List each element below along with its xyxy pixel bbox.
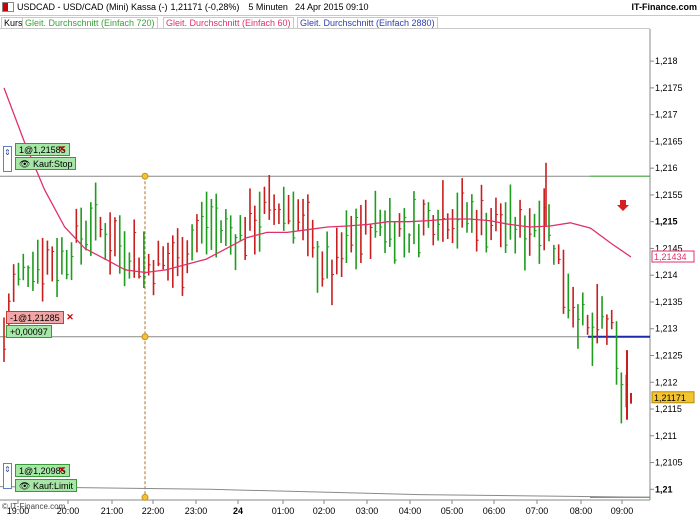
time-tick-label: 23:00 [185,506,208,516]
price-tick-label: 1,2135 [655,297,683,307]
price-tick-label: 1,2115 [655,404,682,414]
price-tick-label: 1,211 [655,431,677,441]
time-tick-label: 21:00 [101,506,124,516]
limit-order-action-text: Kauf:Limit [32,481,73,491]
price-tick-label: 1,215 [655,217,678,227]
price-tick-label: 1,217 [655,110,678,120]
time-tick-label: 22:00 [142,506,165,516]
entry-marker-dot [141,172,149,180]
sell-arrow-icon [617,200,629,211]
stop-order-close-icon[interactable]: ✕ [58,145,66,154]
position-close-icon[interactable]: ✕ [66,313,74,322]
price-tick-label: 1,214 [655,270,678,280]
price-tick-label: 1,218 [655,56,678,66]
limit-order-action-label[interactable]: 👁 Kauf:Limit [15,479,77,492]
price-tick-label: 1,2155 [655,190,683,200]
eye-icon: 👁 [19,481,31,491]
stop-order-action-label[interactable]: 👁 Kauf:Stop [15,157,77,170]
time-tick-label: 05:00 [441,506,464,516]
price-tick-label: 1,2175 [655,83,683,93]
time-tick-label: 02:00 [313,506,336,516]
time-tick-label: 06:00 [483,506,506,516]
limit-order-drag-handle[interactable]: ⇕ [3,463,12,489]
chart-window: USDCAD - USD/CAD (Mini) Kassa (-) 1,2117… [0,0,700,525]
stop-order-action-text: Kauf:Stop [32,159,73,169]
time-tick-label: 08:00 [570,506,593,516]
price-tick-label: 1,213 [655,324,678,334]
price-tick-label: 1,2105 [655,458,683,468]
price-tick-label: 1,216 [655,163,678,173]
price-tick-label: 1,212 [655,377,678,387]
last-price-label: 1,21171 [654,393,686,403]
position-pnl-label: +0,00097 [6,325,52,338]
time-tick-label: 24 [233,506,243,516]
ma60-value-label: 1,21434 [654,252,687,262]
time-tick-label: 01:00 [272,506,295,516]
time-tick-label: 09:00 [611,506,634,516]
price-chart[interactable]: 1,218 1,2175 1,217 1,2165 1,216 1,2155 1,215 1,… [0,0,700,525]
time-tick-label: 04:00 [399,506,422,516]
entry-marker-dot [141,333,149,341]
price-tick-label: 1,21 [655,484,673,494]
ma2880-line [0,486,651,498]
time-tick-label: 03:00 [356,506,379,516]
limit-order-close-icon[interactable]: ✕ [58,466,66,475]
stop-order-drag-handle[interactable]: ⇕ [3,146,12,172]
eye-icon: 👁 [19,159,31,169]
entry-marker-dot [141,493,149,501]
footer-copyright: © IT-Finance.com [2,502,66,511]
price-tick-label: 1,2125 [655,350,683,360]
price-tick-label: 1,2165 [655,136,683,146]
time-tick-label: 07:00 [526,506,549,516]
position-price-label[interactable]: -1@1,21285 [6,311,64,324]
